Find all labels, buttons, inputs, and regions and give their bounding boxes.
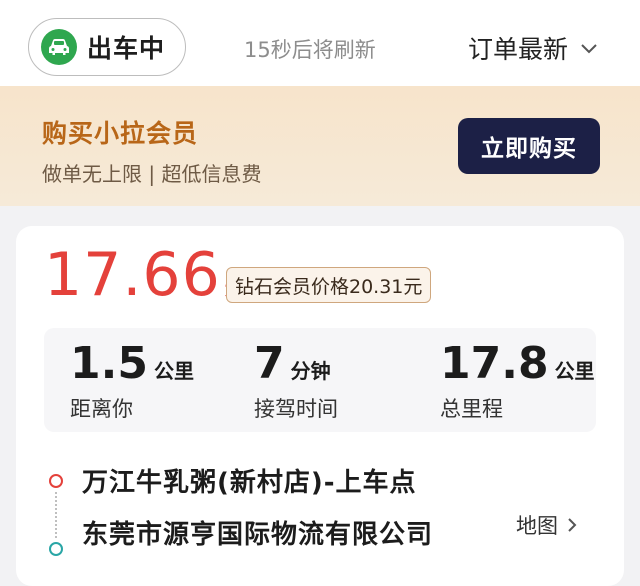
dropoff-dot-icon — [49, 542, 63, 556]
stat-distance-to-you: 1.5 公里 距离你 — [70, 338, 194, 423]
stat-value: 1.5 — [70, 338, 148, 389]
trip-stats: 1.5 公里 距离你 7 分钟 接驾时间 17.8 公里 总里程 — [44, 328, 596, 432]
stat-pickup-time: 7 分钟 接驾时间 — [254, 338, 338, 423]
pickup-dot-icon — [49, 474, 63, 488]
buy-membership-button[interactable]: 立即购买 — [458, 118, 600, 174]
promo-title: 购买小拉会员 — [42, 119, 199, 148]
pickup-address: 万江牛乳粥(新村店)-上车点 — [82, 468, 417, 498]
stat-unit: 公里 — [153, 359, 194, 383]
refresh-countdown: 15秒后将刷新 — [244, 38, 376, 62]
stat-value: 7 — [254, 338, 285, 389]
chevron-right-icon — [568, 518, 577, 532]
order-sort-dropdown[interactable]: 订单最新 — [468, 30, 598, 66]
stat-caption: 总里程 — [440, 397, 503, 421]
driver-status-label: 出车中 — [87, 34, 166, 63]
stat-value: 17.8 — [440, 338, 549, 389]
promo-subtitle: 做单无上限 | 超低信息费 — [42, 162, 262, 186]
map-link[interactable]: 地图 — [516, 510, 578, 540]
map-link-label: 地图 — [516, 514, 558, 538]
stat-caption: 接驾时间 — [254, 397, 338, 421]
chevron-down-icon — [581, 44, 597, 54]
member-price-badge: 钻石会员价格20.31元 — [226, 267, 432, 303]
dropoff-address: 东莞市源亨国际物流有限公司 — [82, 520, 434, 550]
driver-status-toggle[interactable]: 出车中 — [28, 18, 186, 76]
stat-unit: 分钟 — [290, 359, 331, 383]
car-icon — [41, 29, 77, 65]
order-sort-label: 订单最新 — [468, 35, 569, 64]
stat-total-distance: 17.8 公里 总里程 — [440, 338, 595, 423]
stat-caption: 距离你 — [70, 397, 133, 421]
stat-unit: 公里 — [554, 359, 595, 383]
price-value: 17.66 — [44, 240, 221, 310]
route-connector — [55, 492, 57, 538]
membership-promo-banner: 购买小拉会员 做单无上限 | 超低信息费 立即购买 — [0, 86, 640, 206]
order-price: 17.66 元 — [44, 240, 246, 310]
route-info: 万江牛乳粥(新村店)-上车点 东莞市源亨国际物流有限公司 地图 — [44, 460, 604, 570]
top-bar: 出车中 15秒后将刷新 订单最新 — [0, 0, 640, 86]
